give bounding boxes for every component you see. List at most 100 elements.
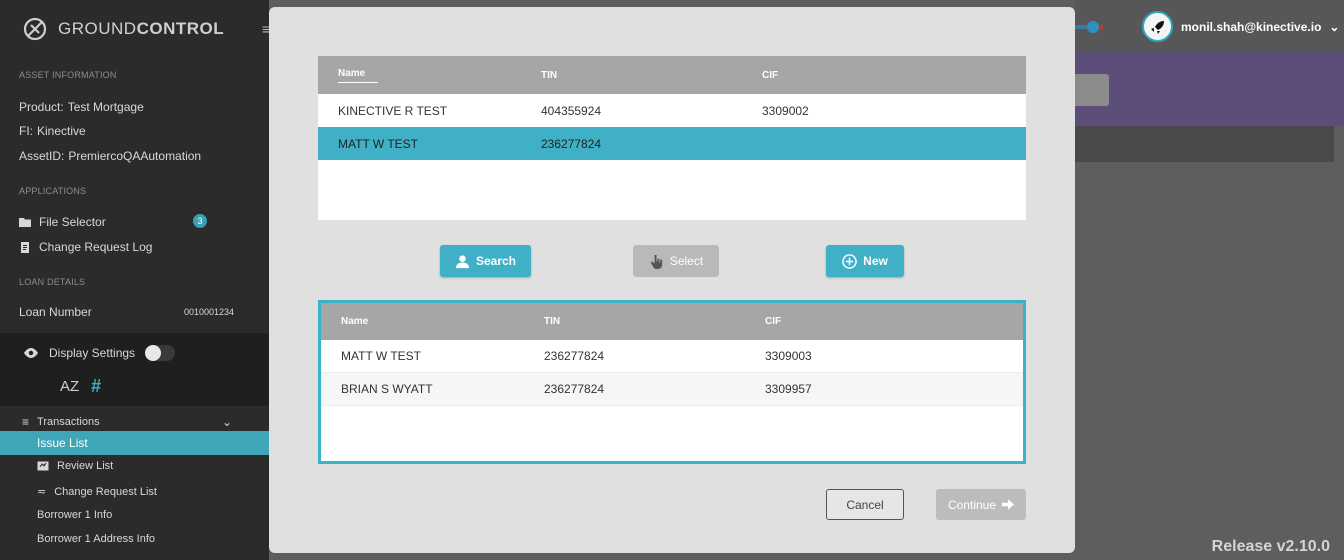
cell-name: BRIAN S WYATT — [341, 382, 433, 396]
display-settings-row: Display Settings — [23, 345, 176, 361]
logo-icon — [23, 17, 47, 41]
display-settings-label: Display Settings — [49, 346, 136, 360]
sidebar-item-review-list[interactable]: Review List — [37, 460, 113, 472]
column-header-tin[interactable]: TIN — [544, 316, 765, 327]
logo-suffix: CONTROL — [136, 19, 225, 38]
cell-tin: 404355924 — [541, 103, 602, 118]
review-icon — [37, 460, 49, 472]
chevron-down-icon: ⌄ — [221, 415, 232, 429]
rocket-icon — [1150, 20, 1164, 34]
sidebar-item-change-request-list[interactable]: ≂ Change Request List — [37, 485, 157, 499]
chevron-down-icon: ⌄ — [1329, 19, 1340, 34]
column-header-name[interactable]: Name — [321, 316, 544, 327]
change-request-list-label: Change Request List — [54, 485, 157, 498]
asset-id-info: AssetID: PremiercoQAAutomation — [19, 149, 201, 163]
cell-cif: 3309002 — [762, 103, 809, 118]
cell-cif: 3309003 — [765, 349, 812, 363]
product-info: Product: Test Mortgage — [19, 100, 144, 114]
table-header: Name TIN CIF — [318, 56, 1026, 94]
logo-prefix: GROUND — [58, 19, 137, 38]
toggle-knob — [145, 345, 162, 361]
avatar — [1142, 11, 1173, 42]
cell-name: MATT W TEST — [341, 349, 421, 363]
fi-label: FI: — [19, 124, 33, 138]
folder-icon — [19, 218, 31, 227]
asset-id-value: PremiercoQAAutomation — [68, 149, 202, 163]
transactions-label: Transactions — [37, 416, 100, 428]
select-button[interactable]: Select — [633, 245, 719, 277]
clipboard-icon — [21, 242, 29, 253]
user-icon — [455, 254, 470, 268]
banner-button — [1075, 74, 1109, 106]
transactions-menu[interactable]: ≡ Transactions ⌄ — [22, 415, 232, 429]
app-logo[interactable]: GROUNDCONTROL — [22, 16, 224, 42]
loan-number-value: 0010001234 — [183, 307, 234, 317]
loan-number-row: Loan Number 0010001234 — [19, 305, 234, 319]
product-label: Product: — [19, 100, 64, 114]
sort-alpha-icon[interactable]: AZ — [60, 378, 79, 395]
cell-tin: 236277824 — [541, 136, 602, 151]
table-row[interactable]: MATT W TEST 236277824 3309003 — [321, 340, 1023, 373]
sidebar-item-issue-list[interactable]: Issue List — [0, 431, 269, 455]
continue-button[interactable]: Continue — [936, 489, 1026, 520]
table-row-selected[interactable]: MATT W TEST 236277824 — [318, 127, 1026, 160]
logo-text: GROUNDCONTROL — [58, 19, 224, 39]
column-header-name[interactable]: Name — [318, 68, 541, 83]
content-header-bar — [1075, 126, 1334, 162]
sidebar-item-change-request-log[interactable]: Change Request Log — [19, 240, 152, 254]
file-selector-badge: 3 — [193, 214, 207, 228]
eye-icon — [24, 348, 38, 358]
cell-cif: 3309957 — [765, 382, 812, 396]
display-settings-panel — [0, 333, 269, 406]
column-header-tin[interactable]: TIN — [541, 70, 762, 81]
sidebar-item-file-selector[interactable]: File Selector — [19, 215, 106, 229]
loan-number-label: Loan Number — [19, 305, 92, 319]
borrower-address-label: Borrower 1 Address Info — [37, 533, 156, 545]
fi-info: FI: Kinective — [19, 124, 86, 138]
borrower-info-label: Borrower 1 Info — [37, 509, 113, 521]
change-request-log-label: Change Request Log — [39, 240, 153, 254]
column-header-cif[interactable]: CIF — [765, 316, 1023, 327]
change-list-icon: ≂ — [37, 486, 47, 498]
matches-table: Name TIN CIF MATT W TEST 236277824 33090… — [318, 300, 1026, 464]
table-header: Name TIN CIF — [321, 303, 1023, 340]
header-banner — [1075, 52, 1344, 126]
customer-search-modal: Name TIN CIF KINECTIVE R TEST 404355924 … — [269, 7, 1075, 553]
arrow-right-icon — [1002, 499, 1015, 510]
new-button-label: New — [863, 254, 888, 268]
sidebar-item-borrower-address[interactable]: Borrower 1 Address Info — [37, 533, 155, 545]
search-button[interactable]: Search — [440, 245, 531, 277]
plus-circle-icon — [842, 253, 857, 269]
column-header-cif[interactable]: CIF — [762, 70, 1026, 81]
search-results-table: Name TIN CIF KINECTIVE R TEST 404355924 … — [318, 56, 1026, 220]
release-version: Release v2.10.0 — [1211, 538, 1330, 555]
applications-header: APPLICATIONS — [19, 186, 87, 196]
asset-id-label: AssetID: — [19, 149, 65, 163]
cancel-button[interactable]: Cancel — [826, 489, 904, 520]
new-button[interactable]: New — [826, 245, 904, 277]
cell-tin: 236277824 — [544, 349, 605, 363]
display-settings-toggle[interactable] — [145, 345, 176, 361]
loan-details-header: LOAN DETAILS — [19, 277, 86, 287]
cell-name: MATT W TEST — [338, 136, 418, 151]
user-menu[interactable]: monil.shah@kinective.io ⌄ — [1142, 11, 1339, 42]
select-button-label: Select — [669, 254, 704, 268]
pointer-hand-icon — [650, 254, 662, 269]
user-email: monil.shah@kinective.io — [1181, 19, 1322, 34]
slider-accent-icon — [1075, 21, 1103, 33]
sort-numeric-icon[interactable]: # — [91, 376, 101, 397]
file-selector-label: File Selector — [39, 215, 106, 229]
review-list-label: Review List — [57, 460, 114, 472]
sidebar: GROUNDCONTROL ≡ ASSET INFORMATION Produc… — [0, 0, 270, 560]
asset-info-header: ASSET INFORMATION — [19, 70, 117, 80]
cell-tin: 236277824 — [544, 382, 605, 396]
product-value: Test Mortgage — [67, 100, 144, 114]
sort-options: AZ # — [60, 376, 101, 397]
table-row[interactable]: KINECTIVE R TEST 404355924 3309002 — [318, 94, 1026, 127]
sidebar-item-borrower-info[interactable]: Borrower 1 Info — [37, 509, 112, 521]
table-row[interactable]: BRIAN S WYATT 236277824 3309957 — [321, 373, 1023, 406]
cell-name: KINECTIVE R TEST — [338, 103, 448, 118]
continue-button-label: Continue — [947, 497, 997, 512]
search-button-label: Search — [475, 254, 517, 268]
fi-value: Kinective — [37, 124, 86, 138]
